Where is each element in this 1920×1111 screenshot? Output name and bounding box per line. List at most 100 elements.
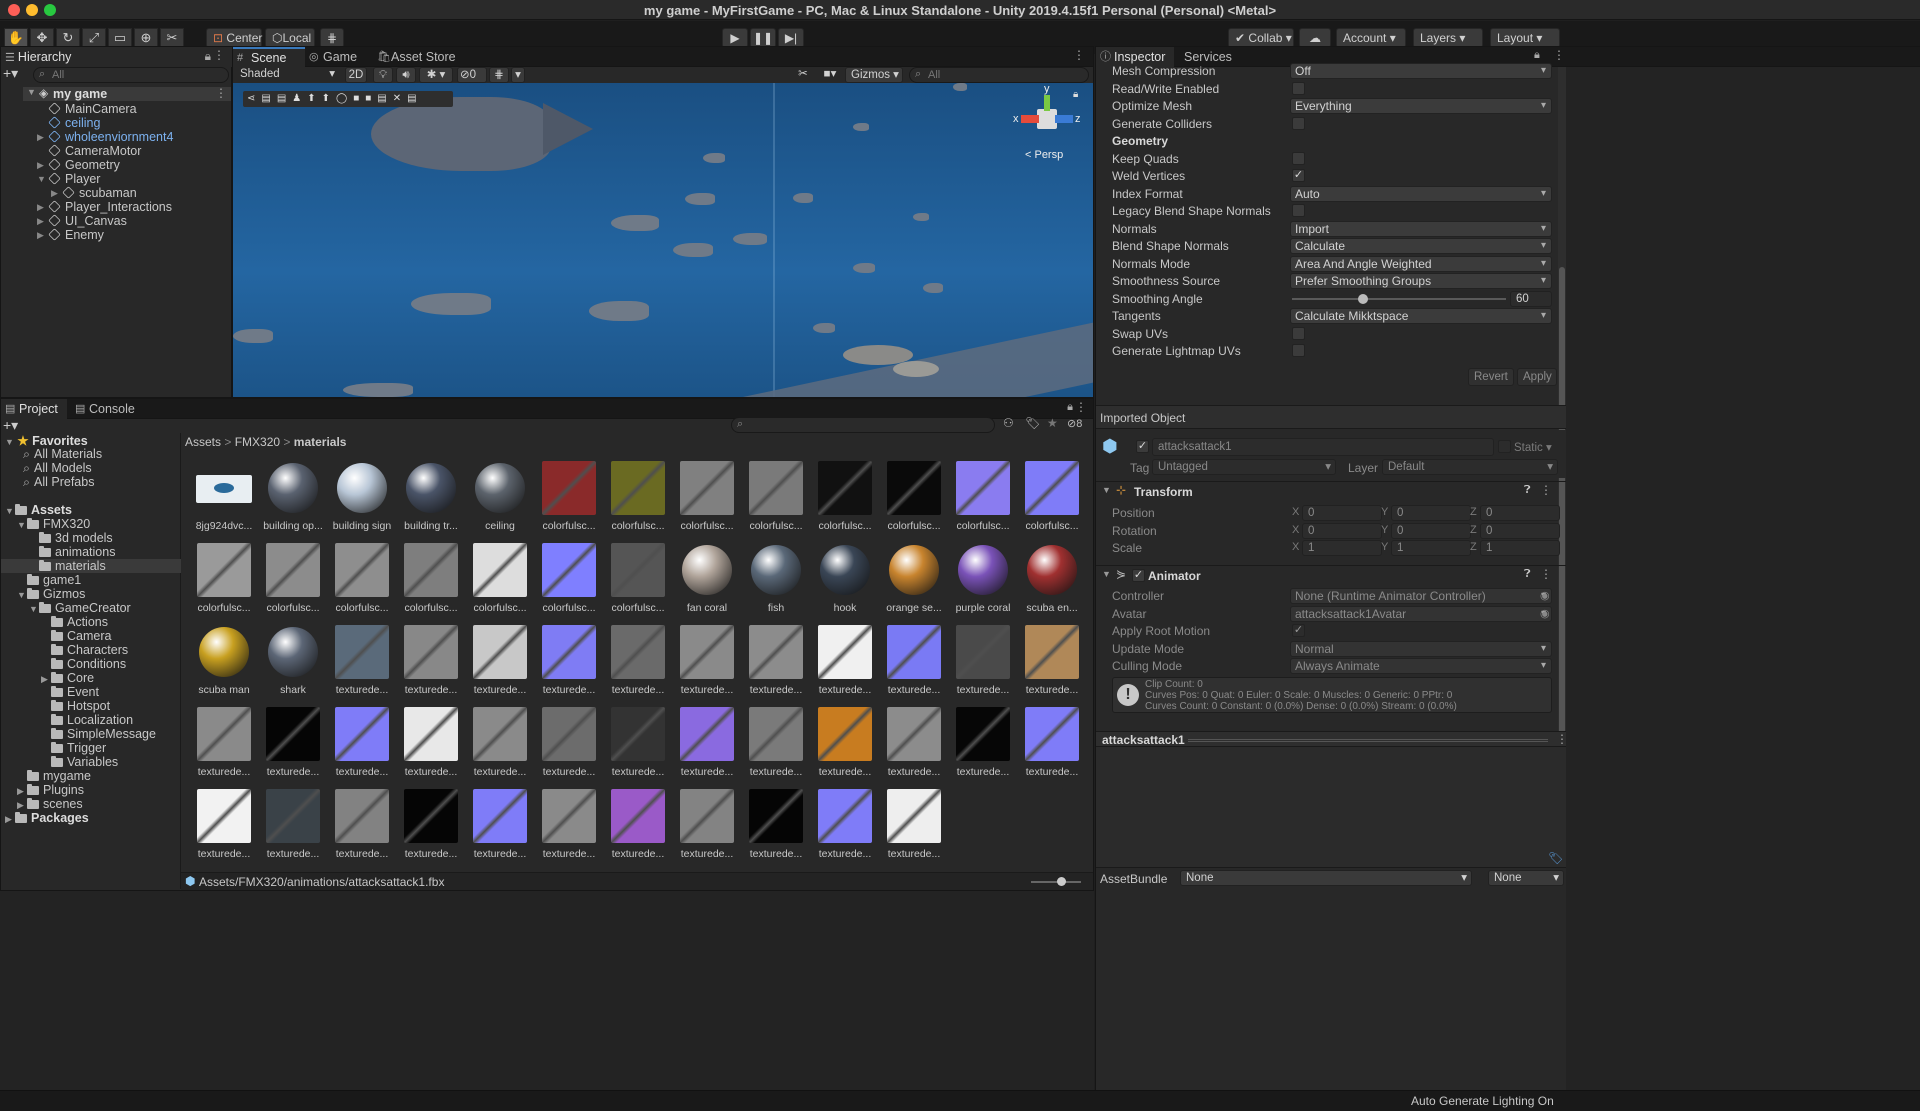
inspector-dropdown[interactable]: Import: [1290, 220, 1552, 237]
hierarchy-item[interactable]: ▶ Geometry: [37, 158, 120, 172]
breadcrumb-assets[interactable]: Assets: [185, 435, 221, 449]
asset-item[interactable]: colorfulsc...: [810, 461, 880, 541]
folder-item[interactable]: Camera: [1, 629, 181, 643]
inspector-checkbox[interactable]: [1292, 81, 1305, 95]
inspector-dropdown[interactable]: Area And Angle Weighted: [1290, 255, 1552, 272]
folder-item[interactable]: Trigger: [1, 741, 181, 755]
folder-item[interactable]: ▶ Core: [1, 671, 181, 685]
component-tools-overlay[interactable]: ⋖▤▤♟⬆⬆◯■■▤✕▤: [243, 91, 453, 107]
asset-item[interactable]: building sign: [327, 461, 397, 541]
breadcrumb-fmx320[interactable]: FMX320: [235, 435, 280, 449]
asset-item[interactable]: texturede...: [879, 789, 949, 869]
shading-mode-dropdown[interactable]: Shaded ▾: [235, 67, 339, 83]
transform-y-field[interactable]: 0: [1391, 505, 1471, 521]
scale-tool-icon[interactable]: ⤢: [82, 28, 106, 48]
component-menu-icon[interactable]: ⋮: [1540, 567, 1552, 581]
create-asset-button[interactable]: +▾: [3, 417, 18, 434]
tag-dropdown[interactable]: Untagged ▾: [1152, 459, 1336, 475]
transform-header[interactable]: ▼ ⊹ Transform ❓︎ ⋮: [1096, 481, 1566, 501]
asset-item[interactable]: scuba en...: [1017, 543, 1087, 623]
inspector-checkbox[interactable]: ✓: [1292, 169, 1305, 182]
tab-project[interactable]: ▤ Project: [1, 399, 67, 419]
asset-item[interactable]: colorfulsc...: [1017, 461, 1087, 541]
object-active-checkbox[interactable]: ✓: [1136, 440, 1149, 453]
expand-arrow-icon[interactable]: ▶: [5, 812, 15, 826]
asset-item[interactable]: texturede...: [741, 707, 811, 787]
expand-arrow-icon[interactable]: ▶: [51, 186, 58, 200]
asset-item[interactable]: colorfulsc...: [258, 543, 328, 623]
animator-dropdown[interactable]: Always Animate: [1290, 658, 1552, 674]
persp-label[interactable]: < Persp: [1025, 149, 1063, 161]
preview-drag-handle[interactable]: [1188, 739, 1548, 742]
asset-item[interactable]: texturede...: [465, 789, 535, 869]
folder-item[interactable]: ▶ Packages: [1, 811, 181, 825]
gizmo-center-cube[interactable]: [1037, 109, 1057, 129]
asset-item[interactable]: texturede...: [672, 707, 742, 787]
more-menu-icon[interactable]: ⋮: [213, 48, 225, 62]
asset-item[interactable]: texturede...: [327, 625, 397, 705]
audio-toggle[interactable]: 🔊︎: [396, 67, 416, 83]
folder-item[interactable]: SimpleMessage: [1, 727, 181, 741]
inspector-checkbox[interactable]: [1292, 326, 1305, 340]
inspector-dropdown[interactable]: Calculate: [1290, 238, 1552, 254]
slider-knob[interactable]: [1358, 293, 1369, 304]
asset-item[interactable]: texturede...: [672, 789, 742, 869]
move-tool-icon[interactable]: ✥: [30, 28, 54, 48]
folder-item[interactable]: Localization: [1, 713, 181, 727]
preview-header[interactable]: attacksattack1 ⋮: [1096, 731, 1568, 747]
search-by-label-icon[interactable]: 🏷︎: [1025, 416, 1040, 430]
asset-item[interactable]: texturede...: [396, 789, 466, 869]
asset-item[interactable]: fish: [741, 543, 811, 623]
asset-item[interactable]: colorfulsc...: [741, 461, 811, 541]
expand-arrow-icon[interactable]: ▶: [37, 214, 44, 228]
camera-dropdown[interactable]: ■▾: [817, 67, 843, 83]
layer-dropdown[interactable]: Default ▾: [1382, 459, 1558, 475]
revert-button[interactable]: Revert: [1468, 368, 1514, 386]
tab-asset-store[interactable]: 🛍︎ Asset Store: [373, 47, 473, 67]
hierarchy-search-input[interactable]: All: [33, 67, 229, 83]
asset-item[interactable]: texturede...: [603, 625, 673, 705]
inspector-dropdown[interactable]: Auto: [1290, 185, 1552, 202]
layers-dropdown[interactable]: Layers ▾: [1413, 28, 1483, 48]
cloud-button[interactable]: ☁: [1299, 28, 1331, 48]
inspector-checkbox[interactable]: [1292, 344, 1305, 357]
asset-item[interactable]: texturede...: [189, 789, 259, 869]
expand-arrow-icon[interactable]: ▶: [17, 784, 27, 798]
asset-item[interactable]: colorfulsc...: [948, 461, 1018, 541]
expand-arrow-icon[interactable]: ▶: [41, 672, 51, 686]
folder-item[interactable]: Characters: [1, 643, 181, 657]
transform-z-field[interactable]: 1: [1480, 540, 1560, 556]
object-picker-icon[interactable]: ◉: [1540, 607, 1550, 620]
folder-item[interactable]: ▼ Assets: [1, 503, 181, 517]
asset-item[interactable]: texturede...: [534, 789, 604, 869]
scene-viewport[interactable]: ⋖▤▤♟⬆⬆◯■■▤✕▤ y x z < Persp 🔒︎: [233, 83, 1093, 397]
asset-item[interactable]: colorfulsc...: [603, 461, 673, 541]
expand-arrow-icon[interactable]: ▼: [37, 172, 46, 186]
transform-y-field[interactable]: 0: [1391, 522, 1471, 539]
search-by-type-icon[interactable]: ⚇: [1003, 416, 1014, 430]
hierarchy-item[interactable]: ▶ UI_Canvas: [37, 214, 127, 228]
account-dropdown[interactable]: Account ▾: [1336, 28, 1406, 48]
inspector-checkbox[interactable]: [1292, 116, 1305, 130]
inspector-checkbox[interactable]: [1292, 204, 1305, 217]
asset-item[interactable]: texturede...: [810, 707, 880, 787]
hierarchy-item[interactable]: MainCamera: [48, 102, 137, 116]
project-search-input[interactable]: [731, 417, 995, 433]
help-icon[interactable]: ❓︎: [1524, 484, 1531, 497]
expand-arrow-icon[interactable]: ▶: [37, 158, 44, 172]
favorites-header[interactable]: ▼ ★ Favorites: [5, 433, 88, 448]
slider-thumb[interactable]: [1057, 877, 1066, 886]
asset-item[interactable]: texturede...: [396, 707, 466, 787]
gizmo-x-axis[interactable]: [1021, 115, 1039, 123]
asset-item[interactable]: colorfulsc...: [672, 461, 742, 541]
asset-item[interactable]: colorfulsc...: [879, 461, 949, 541]
expand-arrow-icon[interactable]: ▶: [17, 798, 27, 812]
custom-tool-icon[interactable]: ✂: [160, 28, 184, 48]
asset-item[interactable]: colorfulsc...: [603, 543, 673, 623]
asset-item[interactable]: texturede...: [327, 789, 397, 869]
inspector-dropdown[interactable]: Prefer Smoothing Groups: [1290, 273, 1552, 289]
tab-console[interactable]: ▤ Console: [71, 399, 137, 419]
asset-item[interactable]: texturede...: [879, 625, 949, 705]
folder-item[interactable]: Actions: [1, 615, 181, 629]
transform-x-field[interactable]: 0: [1302, 522, 1382, 539]
